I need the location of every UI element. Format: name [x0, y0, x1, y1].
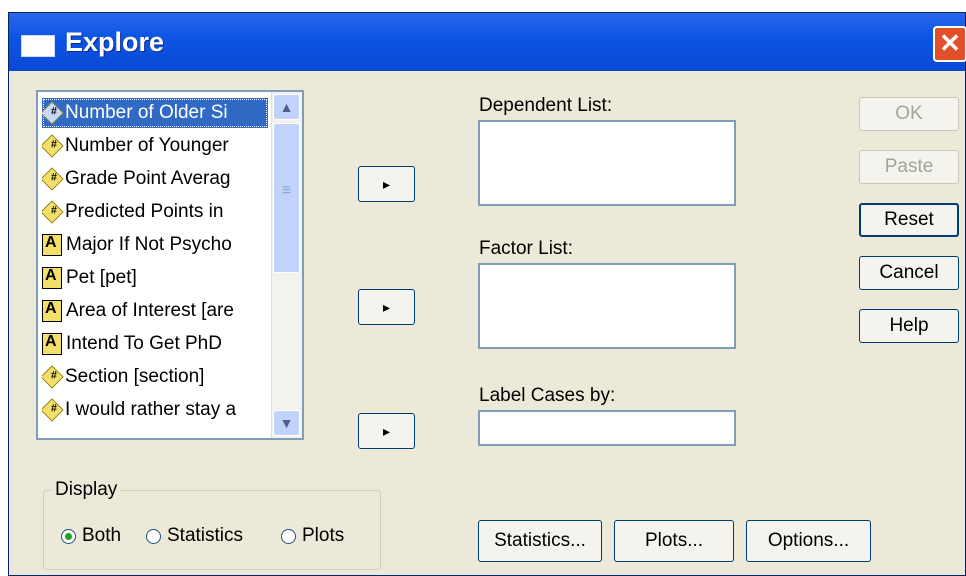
numeric-variable-icon — [42, 134, 64, 158]
ok-button[interactable]: OK — [859, 97, 959, 131]
factor-list-label: Factor List: — [479, 238, 573, 259]
window-icon — [21, 35, 55, 57]
variable-label: Pet [pet] — [66, 267, 137, 288]
scroll-thumb[interactable] — [273, 123, 300, 273]
help-button[interactable]: Help — [859, 309, 959, 343]
string-variable-icon — [42, 234, 62, 256]
move-to-dependent-button[interactable]: ▸ — [358, 166, 415, 202]
display-option-label: Both — [82, 525, 122, 546]
label-cases-label: Label Cases by: — [479, 385, 616, 406]
display-statistics-radio[interactable]: Statistics — [146, 525, 243, 547]
variable-label: Number of Younger — [65, 135, 229, 156]
numeric-variable-icon — [42, 101, 64, 125]
title-bar[interactable]: Explore ✕ — [9, 13, 966, 71]
variable-list[interactable]: Number of Older Si Number of Younger Gra… — [36, 90, 304, 440]
explore-dialog: Explore ✕ Number of Older Si Number of Y… — [8, 12, 966, 576]
scroll-up-icon[interactable]: ▲ — [273, 94, 300, 120]
radio-unchecked-icon — [146, 528, 161, 544]
reset-button[interactable]: Reset — [859, 203, 959, 237]
variable-item[interactable]: I would rather stay a — [42, 395, 268, 425]
cancel-button[interactable]: Cancel — [859, 256, 959, 290]
variable-label: I would rather stay a — [65, 399, 237, 420]
variable-list-scrollbar[interactable]: ▲ ▼ — [271, 92, 302, 438]
numeric-variable-icon — [42, 167, 64, 191]
paste-button[interactable]: Paste — [859, 150, 959, 184]
dependent-list-box[interactable] — [478, 120, 736, 206]
display-both-radio[interactable]: Both — [61, 525, 121, 547]
display-group-title: Display — [52, 479, 121, 501]
variable-label: Section [section] — [65, 366, 205, 387]
close-icon[interactable]: ✕ — [933, 26, 966, 62]
plots-button[interactable]: Plots... — [614, 520, 734, 562]
variable-item[interactable]: Section [section] — [42, 362, 268, 392]
radio-unchecked-icon — [281, 528, 296, 544]
statistics-button[interactable]: Statistics... — [478, 520, 602, 562]
window-title: Explore — [65, 27, 165, 57]
numeric-variable-icon — [42, 398, 64, 422]
variable-item[interactable]: Pet [pet] — [42, 263, 268, 293]
variable-label: Intend To Get PhD — [66, 333, 222, 354]
variable-item[interactable]: Major If Not Psycho — [42, 230, 268, 260]
string-variable-icon — [42, 267, 62, 289]
string-variable-icon — [42, 333, 62, 355]
string-variable-icon — [42, 300, 62, 322]
variable-item[interactable]: Area of Interest [are — [42, 296, 268, 326]
move-to-factor-button[interactable]: ▸ — [358, 289, 415, 325]
display-option-label: Plots — [302, 525, 345, 546]
display-plots-radio[interactable]: Plots — [281, 525, 344, 547]
variable-item[interactable]: Intend To Get PhD — [42, 329, 268, 359]
variable-item[interactable]: Predicted Points in — [42, 197, 268, 227]
numeric-variable-icon — [42, 365, 64, 389]
variable-item[interactable]: Number of Older Si — [42, 98, 268, 128]
scroll-down-icon[interactable]: ▼ — [273, 410, 300, 436]
label-cases-field[interactable] — [478, 410, 736, 446]
variable-label: Grade Point Averag — [65, 168, 231, 189]
display-option-label: Statistics — [167, 525, 244, 546]
variable-label: Predicted Points in — [65, 201, 224, 222]
radio-checked-icon — [61, 528, 76, 544]
variable-item[interactable]: Number of Younger — [42, 131, 268, 161]
variable-label: Major If Not Psycho — [66, 234, 232, 255]
variable-item[interactable]: Grade Point Averag — [42, 164, 268, 194]
factor-list-box[interactable] — [478, 263, 736, 349]
numeric-variable-icon — [42, 200, 64, 224]
variable-label: Number of Older Si — [65, 102, 228, 123]
move-to-label-cases-button[interactable]: ▸ — [358, 413, 415, 449]
options-button[interactable]: Options... — [746, 520, 871, 562]
dependent-list-label: Dependent List: — [479, 95, 613, 116]
variable-label: Area of Interest [are — [66, 300, 234, 321]
